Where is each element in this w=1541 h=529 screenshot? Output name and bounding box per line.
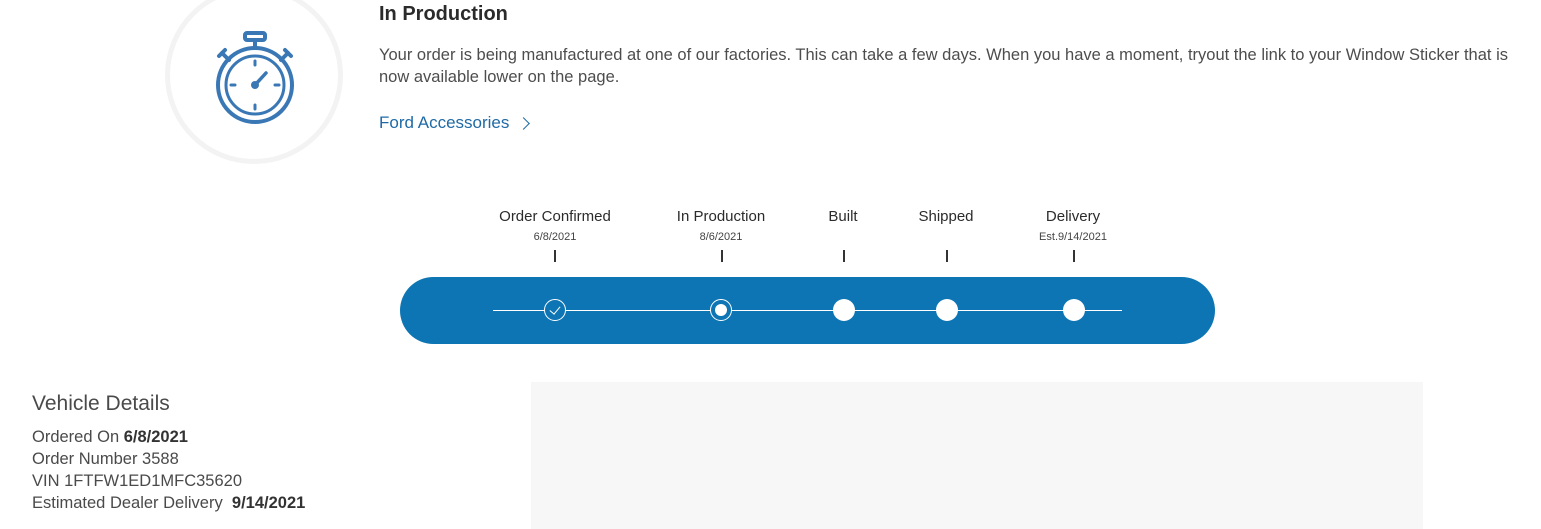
vehicle-details-title: Vehicle Details [32, 392, 170, 415]
estimated-delivery-value: 9/14/2021 [231, 494, 306, 512]
order-progress-tracker [400, 277, 1215, 344]
status-title: In Production [379, 3, 508, 25]
step-order-confirmed: Order Confirmed 6/8/2021 [499, 208, 611, 244]
check-icon [548, 303, 561, 315]
order-number-value: 3588 [142, 450, 179, 468]
step-date [828, 230, 857, 244]
step-date: 8/6/2021 [699, 231, 743, 243]
step-dot-delivery [1063, 299, 1085, 321]
estimated-delivery-label: Estimated Dealer Delivery [32, 494, 223, 512]
step-name: Order Confirmed [499, 208, 611, 225]
step-in-production: In Production 8/6/2021 [677, 208, 765, 244]
step-built: Built [828, 208, 857, 244]
progress-line [493, 310, 1122, 311]
step-date [918, 230, 973, 244]
ford-accessories-link[interactable]: Ford Accessories [379, 113, 531, 133]
step-date: Est.9/14/2021 [1039, 231, 1107, 243]
vin-row: VIN 1FTFW1ED1MFC35620 [32, 472, 242, 491]
step-tick [721, 250, 723, 262]
step-shipped: Shipped [918, 208, 973, 244]
chevron-right-icon [517, 117, 531, 130]
step-name: In Production [676, 208, 766, 225]
vin-value: 1FTFW1ED1MFC35620 [64, 472, 242, 490]
step-delivery: Delivery Est.9/14/2021 [1039, 208, 1107, 244]
step-tick [843, 250, 845, 262]
status-icon-circle [165, 0, 343, 164]
order-number-row: Order Number 3588 [32, 450, 179, 469]
ordered-on-label: Ordered On [32, 428, 120, 446]
step-tick [1073, 250, 1075, 262]
step-name: Delivery [1045, 208, 1101, 225]
step-name: Shipped [918, 208, 974, 225]
step-name: Built [828, 208, 858, 225]
current-step-indicator [714, 303, 727, 316]
estimated-delivery-row: Estimated Dealer Delivery 9/14/2021 [32, 494, 305, 513]
step-tick [946, 250, 948, 262]
stopwatch-icon [216, 31, 294, 124]
step-dot-order-confirmed [544, 299, 566, 321]
ford-accessories-link-label: Ford Accessories [379, 113, 510, 132]
status-description: Your order is being manufactured at one … [379, 46, 1508, 86]
step-dot-shipped [936, 299, 958, 321]
order-number-label: Order Number [32, 450, 138, 468]
ordered-on-row: Ordered On 6/8/2021 [32, 428, 188, 447]
window-sticker-panel [531, 382, 1423, 529]
ordered-on-value: 6/8/2021 [123, 428, 188, 446]
step-tick [554, 250, 556, 262]
step-dot-in-production [710, 299, 732, 321]
vin-label: VIN [32, 472, 60, 490]
step-dot-built [833, 299, 855, 321]
step-date: 6/8/2021 [533, 231, 577, 243]
